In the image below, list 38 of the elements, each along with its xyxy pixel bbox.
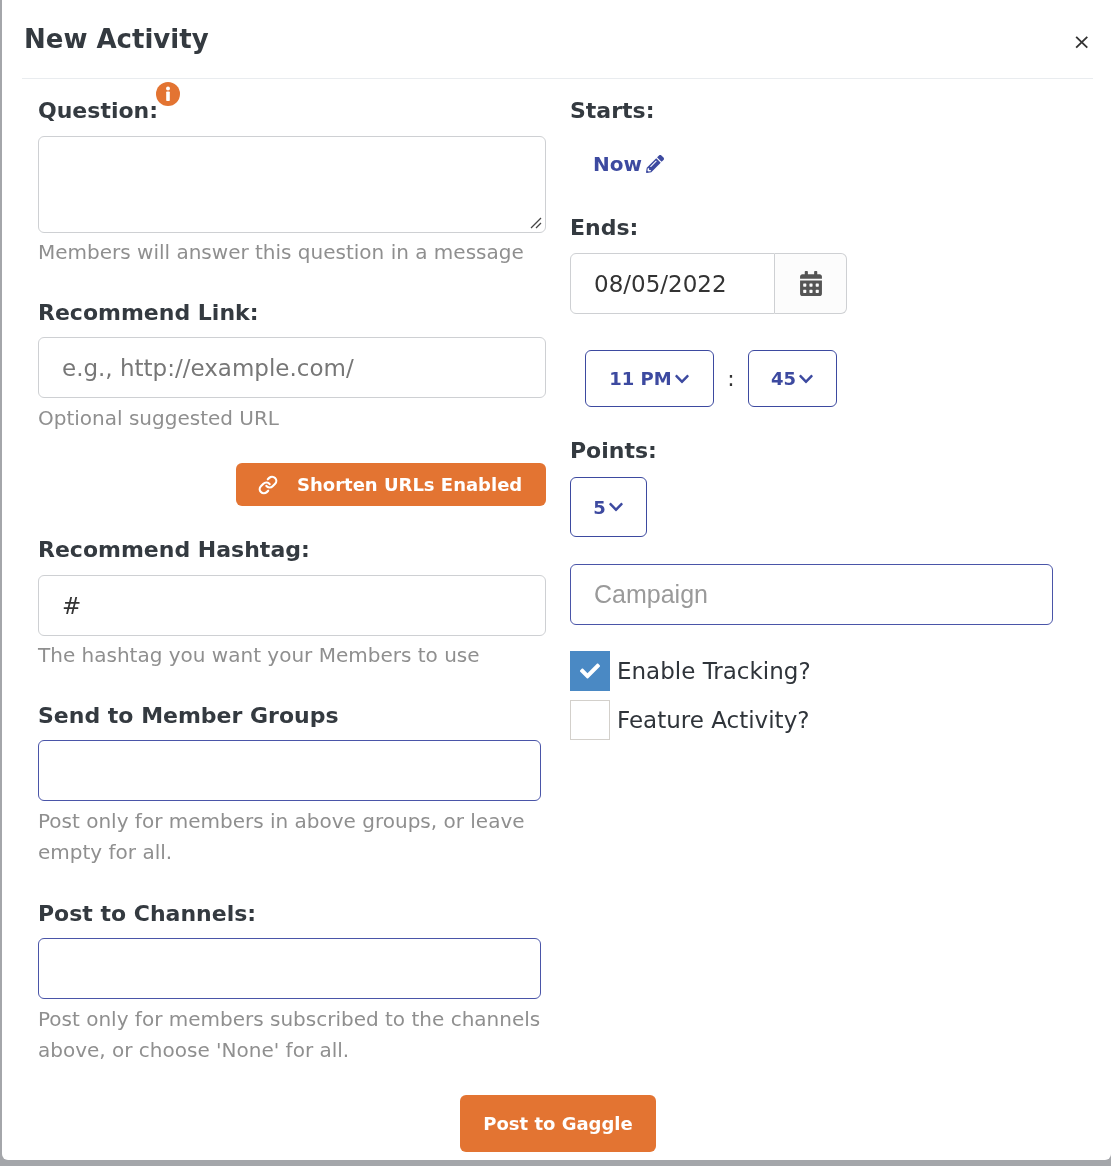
member-groups-field[interactable] bbox=[38, 740, 541, 801]
check-icon bbox=[580, 661, 600, 681]
recommend-hashtag-label: Recommend Hashtag: bbox=[38, 536, 311, 564]
question-field[interactable] bbox=[38, 136, 546, 233]
option-label: Enable Tracking? bbox=[617, 656, 811, 686]
time-separator: : bbox=[726, 365, 736, 393]
option-label: Feature Activity? bbox=[617, 705, 810, 735]
checkbox[interactable] bbox=[570, 700, 610, 740]
question-label: Question: bbox=[38, 97, 158, 125]
dialog-title: New Activity bbox=[23, 22, 209, 56]
start-time-link[interactable]: Now bbox=[593, 150, 664, 178]
recommend-link-field[interactable]: e.g., http://example.com/ bbox=[38, 337, 546, 398]
close-button[interactable]: × bbox=[1072, 30, 1091, 54]
ends-label: Ends: bbox=[570, 214, 639, 242]
calendar-icon bbox=[799, 271, 822, 296]
recommend-link-label: Recommend Link: bbox=[38, 299, 260, 327]
info-icon bbox=[156, 82, 180, 106]
question-help-text: Members will answer this question in a message bbox=[38, 239, 525, 266]
minute-select[interactable]: 45 bbox=[748, 350, 837, 407]
recommend-hashtag-help-text: The hashtag you want your Members to use bbox=[38, 642, 481, 669]
resize-grip-icon bbox=[530, 217, 542, 229]
channels-help-text: Post only for members subscribed to the channels above, or choose 'None' for all. bbox=[38, 1006, 542, 1064]
pencil-icon bbox=[645, 155, 664, 173]
link-icon bbox=[258, 474, 278, 495]
end-date-field[interactable]: 08/05/2022 bbox=[570, 253, 775, 314]
calendar-button[interactable] bbox=[775, 253, 847, 314]
hour-select[interactable]: 11 PM bbox=[585, 350, 714, 407]
member-groups-help-text: Post only for members in above groups, or leave empty for all. bbox=[38, 808, 526, 866]
member-groups-label: Send to Member Groups bbox=[38, 702, 340, 730]
points-select[interactable]: 5 bbox=[570, 477, 647, 537]
channels-label: Post to Channels: bbox=[38, 900, 258, 928]
channels-field[interactable] bbox=[38, 938, 541, 999]
recommend-hashtag-field[interactable]: # bbox=[38, 575, 546, 636]
starts-label: Starts: bbox=[570, 97, 655, 125]
points-label: Points: bbox=[570, 437, 657, 465]
recommend-link-help-text: Optional suggested URL bbox=[38, 405, 280, 432]
campaign-field[interactable]: Campaign bbox=[570, 564, 1053, 625]
checkbox[interactable] bbox=[570, 651, 610, 691]
